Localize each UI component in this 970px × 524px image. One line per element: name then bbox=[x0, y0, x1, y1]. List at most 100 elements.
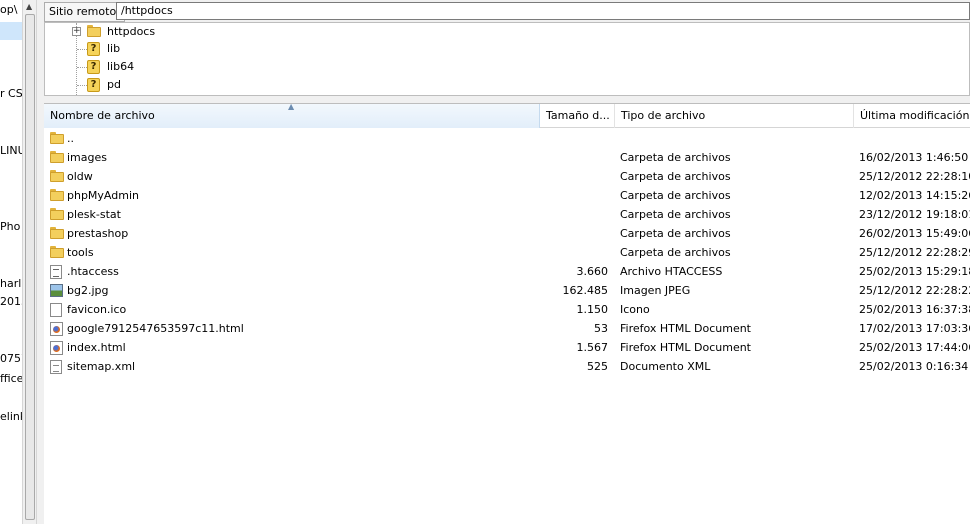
file-row[interactable]: favicon.ico 1.150 Icono 25/02/2013 16:37… bbox=[44, 300, 970, 319]
file-name: bg2.jpg bbox=[67, 284, 109, 297]
file-modified: 25/02/2013 17:44:06 bbox=[859, 341, 970, 354]
file-row-parent[interactable]: .. bbox=[44, 129, 970, 148]
folder-icon bbox=[87, 25, 101, 37]
local-item[interactable]: elink bbox=[0, 410, 22, 423]
file-row[interactable]: prestashop Carpeta de archivos 26/02/201… bbox=[44, 224, 970, 243]
column-header-label: Tamaño d... bbox=[546, 109, 610, 122]
file-row[interactable]: plesk-stat Carpeta de archivos 23/12/201… bbox=[44, 205, 970, 224]
panel-splitter[interactable] bbox=[37, 0, 42, 524]
folder-icon bbox=[50, 246, 64, 258]
unknown-folder-icon: ? bbox=[87, 60, 100, 74]
file-row[interactable]: index.html 1.567 Firefox HTML Document 2… bbox=[44, 338, 970, 357]
file-modified: 12/02/2013 14:15:26 bbox=[859, 189, 970, 202]
local-item[interactable]: r CS bbox=[0, 87, 22, 100]
local-selected-row[interactable] bbox=[0, 22, 22, 40]
tree-item-lib[interactable]: ? lib bbox=[45, 40, 969, 58]
file-row[interactable]: google7912547653597c11.html 53 Firefox H… bbox=[44, 319, 970, 338]
unknown-folder-icon: ? bbox=[87, 78, 100, 92]
tree-item-label: lib64 bbox=[107, 60, 135, 73]
sort-ascending-icon: ▲ bbox=[288, 104, 295, 111]
local-item[interactable]: ffice bbox=[0, 372, 22, 385]
file-type: Carpeta de archivos bbox=[620, 151, 731, 164]
file-type: Carpeta de archivos bbox=[620, 170, 731, 183]
file-type: Archivo HTACCESS bbox=[620, 265, 723, 278]
tree-item-label: httpdocs bbox=[107, 25, 156, 38]
tree-connector bbox=[77, 49, 87, 50]
column-header-name[interactable]: Nombre de archivo ▲ bbox=[44, 104, 540, 128]
tree-connector bbox=[77, 85, 87, 86]
file-type: Carpeta de archivos bbox=[620, 189, 731, 202]
file-size: 53 bbox=[594, 322, 608, 335]
file-row[interactable]: .htaccess 3.660 Archivo HTACCESS 25/02/2… bbox=[44, 262, 970, 281]
file-modified: 25/12/2012 22:28:29 bbox=[859, 246, 970, 259]
file-name: .. bbox=[67, 132, 74, 145]
file-name: phpMyAdmin bbox=[67, 189, 139, 202]
file-size bbox=[540, 205, 608, 224]
remote-site-bar: Sitio remoto: /httpdocs bbox=[42, 0, 970, 22]
folder-icon bbox=[50, 170, 64, 182]
file-modified: 26/02/2013 15:49:06 bbox=[859, 227, 970, 240]
file-type: Firefox HTML Document bbox=[620, 341, 751, 354]
text-file-icon bbox=[50, 265, 62, 279]
local-item[interactable]: Pho bbox=[0, 220, 20, 233]
column-header-size[interactable]: Tamaño d... bbox=[540, 104, 615, 128]
scroll-up-arrow-icon[interactable]: ▲ bbox=[26, 2, 32, 11]
file-row[interactable]: phpMyAdmin Carpeta de archivos 12/02/201… bbox=[44, 186, 970, 205]
local-panel-scrollbar[interactable]: ▲ bbox=[22, 0, 37, 524]
file-size: 162.485 bbox=[562, 284, 609, 297]
file-size bbox=[540, 148, 608, 167]
local-item[interactable]: op\ bbox=[0, 3, 17, 16]
file-row[interactable]: sitemap.xml 525 Documento XML 25/02/2013… bbox=[44, 357, 970, 376]
tree-item-label: lib bbox=[107, 42, 121, 55]
file-name: images bbox=[67, 151, 107, 164]
tree-item-lib64[interactable]: ? lib64 bbox=[45, 58, 969, 76]
folder-icon bbox=[50, 151, 64, 163]
file-modified: 25/12/2012 22:28:10 bbox=[859, 170, 970, 183]
remote-file-list: Nombre de archivo ▲ Tamaño d... Tipo de … bbox=[44, 103, 970, 524]
file-size bbox=[540, 243, 608, 262]
local-item[interactable]: 2013 bbox=[0, 295, 22, 308]
file-name: oldw bbox=[67, 170, 93, 183]
file-name: index.html bbox=[67, 341, 126, 354]
file-row[interactable]: tools Carpeta de archivos 25/12/2012 22:… bbox=[44, 243, 970, 262]
file-modified: 25/02/2013 16:37:38 bbox=[859, 303, 970, 316]
file-modified: 25/12/2012 22:28:22 bbox=[859, 284, 970, 297]
scrollbar-thumb[interactable] bbox=[25, 14, 35, 520]
file-name: plesk-stat bbox=[67, 208, 121, 221]
file-type: Imagen JPEG bbox=[620, 284, 691, 297]
remote-site-label: Sitio remoto: bbox=[44, 2, 125, 22]
local-item[interactable]: 0757 bbox=[0, 352, 22, 365]
remote-path-input[interactable]: /httpdocs bbox=[116, 2, 970, 20]
file-row[interactable]: bg2.jpg 162.485 Imagen JPEG 25/12/2012 2… bbox=[44, 281, 970, 300]
folder-icon bbox=[50, 132, 64, 144]
file-size: 1.567 bbox=[576, 341, 609, 354]
file-size: 1.150 bbox=[576, 303, 609, 316]
local-item[interactable]: harl bbox=[0, 277, 21, 290]
xml-file-icon bbox=[50, 360, 62, 374]
file-name: google7912547653597c11.html bbox=[67, 322, 244, 335]
file-type: Icono bbox=[620, 303, 650, 316]
column-header-modified[interactable]: Última modificación bbox=[854, 104, 970, 128]
file-modified: 25/02/2013 15:29:18 bbox=[859, 265, 970, 278]
generic-file-icon bbox=[50, 303, 62, 317]
file-type: Carpeta de archivos bbox=[620, 208, 731, 221]
file-type: Carpeta de archivos bbox=[620, 246, 731, 259]
file-name: tools bbox=[67, 246, 94, 259]
column-header-label: Nombre de archivo bbox=[50, 109, 155, 122]
file-name: .htaccess bbox=[67, 265, 119, 278]
file-modified bbox=[859, 129, 970, 148]
local-item[interactable]: LINU bbox=[0, 144, 22, 157]
column-header-type[interactable]: Tipo de archivo bbox=[615, 104, 854, 128]
file-modified: 16/02/2013 1:46:50 bbox=[859, 151, 969, 164]
expand-plus-icon[interactable]: + bbox=[72, 27, 81, 36]
folder-icon bbox=[50, 189, 64, 201]
tree-item-pd[interactable]: ? pd bbox=[45, 76, 969, 94]
file-row[interactable]: images Carpeta de archivos 16/02/2013 1:… bbox=[44, 148, 970, 167]
image-file-icon bbox=[50, 284, 63, 297]
folder-icon bbox=[50, 227, 64, 239]
file-row[interactable]: oldw Carpeta de archivos 25/12/2012 22:2… bbox=[44, 167, 970, 186]
firefox-html-icon bbox=[50, 341, 63, 355]
file-size bbox=[540, 167, 608, 186]
remote-directory-tree: + httpdocs ? lib ? lib64 ? pd bbox=[44, 22, 970, 96]
folder-icon bbox=[50, 208, 64, 220]
